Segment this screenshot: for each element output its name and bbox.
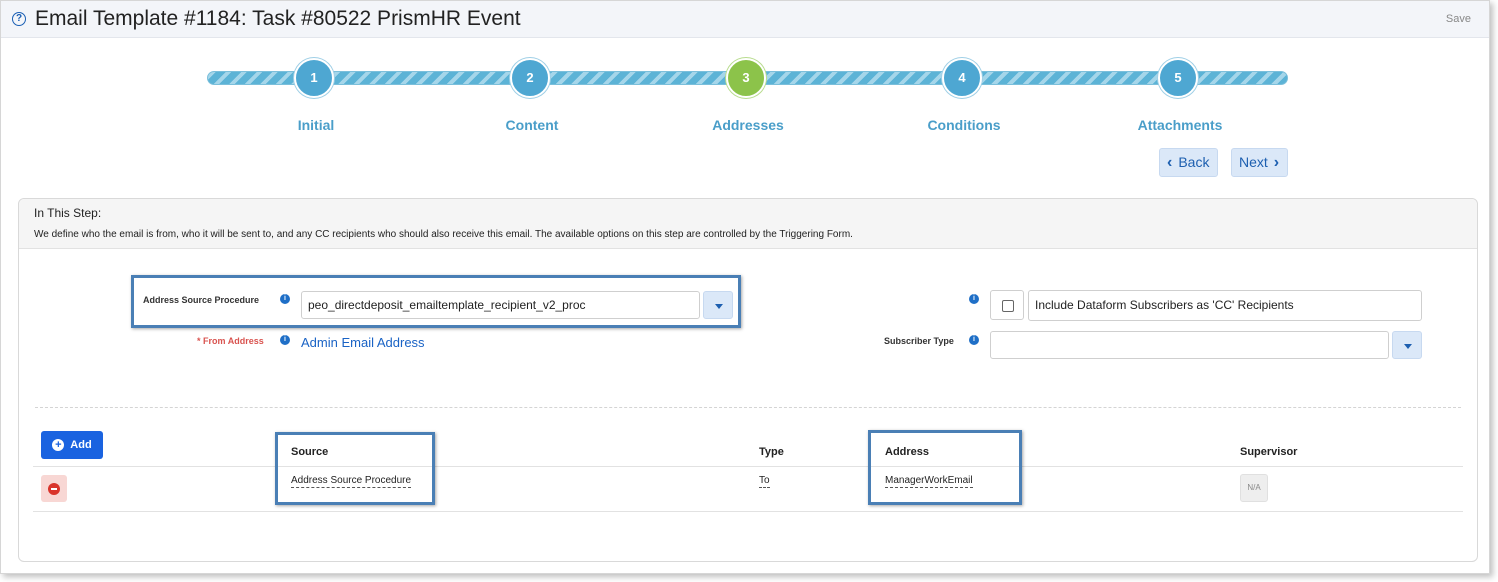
email-template-window: ? Email Template #1184: Task #80522 Pris… xyxy=(0,0,1490,574)
add-button-label: Add xyxy=(70,439,92,451)
save-button[interactable]: Save xyxy=(1446,13,1471,25)
step-5-circle[interactable]: 5 xyxy=(1158,58,1198,98)
include-subscribers-checkbox[interactable] xyxy=(1002,300,1014,312)
add-recipient-button[interactable]: + Add xyxy=(41,431,103,459)
next-button[interactable]: Next › xyxy=(1231,148,1288,177)
step-2-label[interactable]: Content xyxy=(452,117,612,133)
address-column-highlight xyxy=(868,430,1022,505)
back-button[interactable]: ‹ Back xyxy=(1159,148,1218,177)
required-mark: * xyxy=(197,336,201,346)
step-5-label[interactable]: Attachments xyxy=(1100,117,1260,133)
panel-header: In This Step: We define who the email is… xyxy=(19,199,1477,249)
step-1-label[interactable]: Initial xyxy=(236,117,396,133)
subscriber-type-label: Subscriber Type xyxy=(884,336,954,346)
address-source-highlight xyxy=(131,275,741,328)
step-4-label[interactable]: Conditions xyxy=(884,117,1044,133)
title-bar: ? Email Template #1184: Task #80522 Pris… xyxy=(1,1,1489,38)
info-icon[interactable]: i xyxy=(969,294,979,304)
table-row-divider xyxy=(33,511,1463,512)
from-address-label-text: From Address xyxy=(203,336,264,346)
minus-circle-icon xyxy=(48,483,60,495)
chevron-left-icon: ‹ xyxy=(1167,153,1173,171)
question-circle-icon[interactable]: ? xyxy=(12,12,26,26)
next-button-label: Next xyxy=(1239,154,1268,170)
step-panel: In This Step: We define who the email is… xyxy=(18,198,1478,562)
panel-description: We define who the email is from, who it … xyxy=(34,229,853,240)
chevron-right-icon: › xyxy=(1273,153,1280,171)
table-header-divider xyxy=(33,466,1463,467)
page-title: Email Template #1184: Task #80522 PrismH… xyxy=(35,7,521,30)
step-1-circle[interactable]: 1 xyxy=(294,58,334,98)
include-subscribers-checkbox-wrap[interactable] xyxy=(990,290,1024,320)
info-icon[interactable]: i xyxy=(969,335,979,345)
source-column-highlight xyxy=(275,432,435,505)
section-divider xyxy=(35,407,1461,408)
step-2-circle[interactable]: 2 xyxy=(510,58,550,98)
step-4-circle[interactable]: 4 xyxy=(942,58,982,98)
column-header-supervisor: Supervisor xyxy=(1240,446,1298,458)
subscriber-type-dropdown-button[interactable] xyxy=(1392,331,1422,359)
from-address-label: * From Address xyxy=(197,336,264,346)
panel-heading: In This Step: xyxy=(34,206,102,220)
step-3-circle[interactable]: 3 xyxy=(726,58,766,98)
include-subscribers-label: Include Dataform Subscribers as 'CC' Rec… xyxy=(1028,290,1422,321)
from-address-link[interactable]: Admin Email Address xyxy=(301,335,425,350)
remove-row-button[interactable] xyxy=(41,475,67,502)
supervisor-na-badge: N/A xyxy=(1240,474,1268,502)
column-header-type: Type xyxy=(759,446,784,458)
subscriber-type-input[interactable] xyxy=(990,331,1389,359)
row-type-value[interactable]: To xyxy=(759,474,770,488)
step-3-label[interactable]: Addresses xyxy=(668,117,828,133)
plus-circle-icon: + xyxy=(52,439,65,451)
info-icon[interactable]: i xyxy=(280,335,290,345)
back-button-label: Back xyxy=(1178,154,1210,170)
